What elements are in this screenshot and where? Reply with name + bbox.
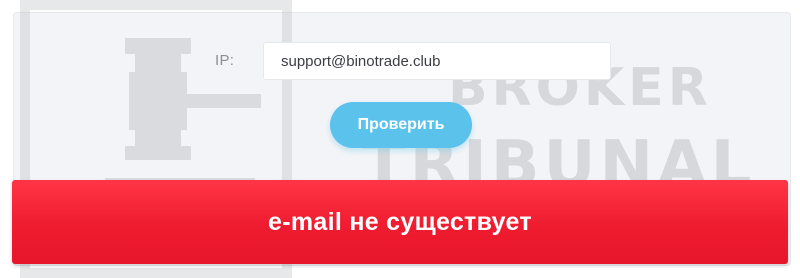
ip-label: IP: <box>215 52 235 69</box>
result-message: e-mail не существует <box>268 207 532 236</box>
email-input[interactable] <box>263 42 611 80</box>
result-banner: e-mail не существует <box>12 180 788 264</box>
check-button[interactable]: Проверить <box>330 102 472 148</box>
page: BROKER TRIBUNAL IP: Проверить e-mail не … <box>0 0 800 278</box>
